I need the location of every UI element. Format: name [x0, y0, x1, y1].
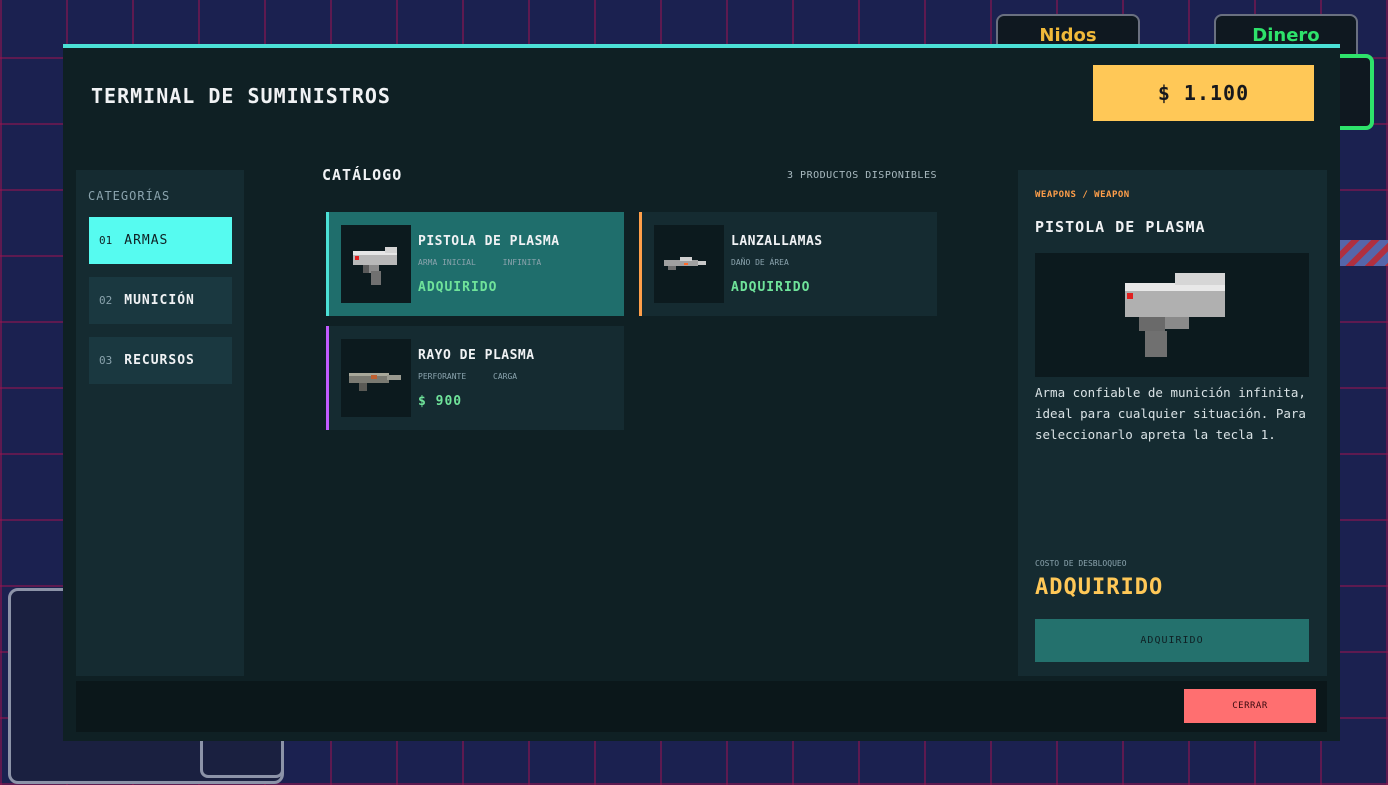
- product-price: ADQUIRIDO: [731, 280, 811, 295]
- catalog-title: CATÁLOGO: [322, 166, 403, 184]
- close-button[interactable]: CERRAR: [1184, 689, 1316, 723]
- cost-label: COSTO DE DESBLOQUEO: [1035, 559, 1127, 568]
- category-label: RECURSOS: [124, 353, 195, 368]
- product-name: LANZALLAMAS: [731, 234, 823, 249]
- product-tag: ARMA INICIAL: [418, 258, 476, 267]
- product-tag: CARGA: [493, 372, 518, 381]
- plasma-pistol-icon: [341, 225, 411, 303]
- categories-heading: CATEGORÍAS: [88, 189, 171, 203]
- product-tag: PERFORANTE: [418, 372, 467, 381]
- category-number: 03: [99, 354, 113, 367]
- category-label: ARMAS: [124, 233, 169, 248]
- cost-value: ADQUIRIDO: [1035, 575, 1164, 600]
- product-tags: DAÑO DE ÁREA: [731, 258, 811, 267]
- modal-footer: CERRAR: [76, 681, 1327, 732]
- product-detail-panel: WEAPONS / WEAPON PISTOLA DE PLASMA Arma …: [1018, 170, 1327, 676]
- product-name: PISTOLA DE PLASMA: [418, 234, 560, 249]
- product-tag: INFINITA: [502, 258, 542, 267]
- category-municion[interactable]: 02 MUNICIÓN: [89, 277, 232, 324]
- catalog-count: 3 PRODUCTOS DISPONIBLES: [787, 170, 937, 181]
- detail-description: Arma confiable de munición infinita, ide…: [1035, 385, 1306, 442]
- product-price: $ 900: [418, 394, 463, 409]
- product-tags: PERFORANTE CARGA: [418, 372, 539, 381]
- acquire-button[interactable]: ADQUIRIDO: [1035, 619, 1309, 662]
- category-recursos[interactable]: 03 RECURSOS: [89, 337, 232, 384]
- plasma-ray-icon: [341, 339, 411, 417]
- supply-terminal-modal: TERMINAL DE SUMINISTROS $ 1.100 CATEGORÍ…: [63, 44, 1340, 741]
- product-card-plasma-pistol[interactable]: PISTOLA DE PLASMA ARMA INICIAL INFINITA …: [326, 212, 624, 316]
- modal-title: TERMINAL DE SUMINISTROS: [91, 84, 391, 108]
- product-card-flamethrower[interactable]: LANZALLAMAS DAÑO DE ÁREA ADQUIRIDO: [639, 212, 937, 316]
- detail-product-name: PISTOLA DE PLASMA: [1035, 218, 1206, 236]
- category-label: MUNICIÓN: [124, 293, 195, 308]
- category-number: 02: [99, 294, 113, 307]
- money-display: $ 1.100: [1093, 65, 1314, 121]
- product-price: ADQUIRIDO: [418, 280, 498, 295]
- product-card-plasma-ray[interactable]: RAYO DE PLASMA PERFORANTE CARGA $ 900: [326, 326, 624, 430]
- background-hazard-stripe: [1340, 240, 1388, 266]
- product-name: RAYO DE PLASMA: [418, 348, 535, 363]
- categories-panel: CATEGORÍAS 01 ARMAS 02 MUNICIÓN 03 RECUR…: [76, 170, 244, 676]
- category-armas[interactable]: 01 ARMAS: [89, 217, 232, 264]
- product-tags: ARMA INICIAL INFINITA: [418, 258, 563, 267]
- product-tag: DAÑO DE ÁREA: [731, 258, 789, 267]
- plasma-pistol-icon: [1035, 253, 1309, 377]
- category-number: 01: [99, 234, 113, 247]
- flamethrower-icon: [654, 225, 724, 303]
- breadcrumb: WEAPONS / WEAPON: [1035, 190, 1130, 200]
